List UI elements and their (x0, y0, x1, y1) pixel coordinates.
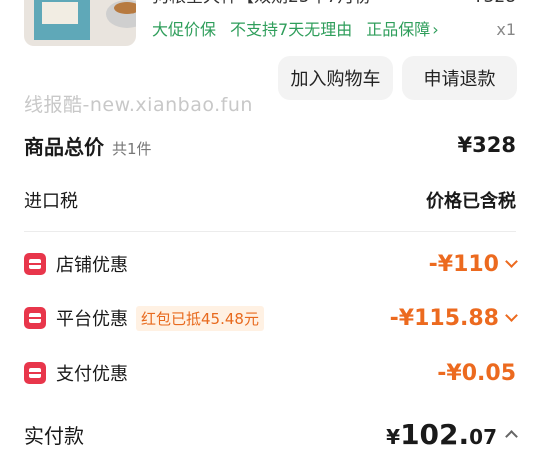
amount-decimal: 07 (469, 424, 497, 449)
payment-coupon-icon (24, 362, 46, 384)
shop-discount-label: 店铺优惠 (56, 255, 128, 276)
chevron-down-icon[interactable] (505, 255, 518, 268)
total-price-row: 商品总价 共1件 ¥328 (24, 128, 516, 162)
divider (24, 231, 516, 232)
product-bowl-image (106, 0, 136, 28)
red-packet-badge: 红包已抵45.48元 (136, 305, 264, 331)
product-title[interactable]: 狗粮全犬种【效期25年7月份 (152, 0, 432, 8)
shop-coupon-icon (24, 253, 46, 275)
request-refund-button[interactable]: 申请退款 (402, 56, 517, 100)
item-count: 共1件 (112, 139, 152, 158)
product-thumbnail[interactable] (24, 0, 136, 46)
amount-integer: 102. (400, 417, 470, 451)
product-price: ¥328 (473, 0, 516, 8)
total-price-value: ¥328 (457, 133, 516, 157)
tag-price-protection: 大促价保 (152, 20, 217, 39)
tag-no-return: 不支持7天无理由 (230, 20, 353, 39)
add-to-cart-button[interactable]: 加入购物车 (278, 56, 393, 100)
import-tax-row: 进口税 价格已含税 (24, 186, 516, 214)
shop-discount-value: -¥110 (428, 251, 499, 277)
import-tax-value: 价格已含税 (426, 191, 516, 212)
payment-discount-label: 支付优惠 (56, 364, 128, 385)
platform-discount-value: -¥115.88 (389, 305, 499, 331)
chevron-right-icon: › (432, 20, 439, 39)
platform-discount-row[interactable]: 平台优惠 红包已抵45.48元 -¥115.88 (24, 304, 518, 332)
amount-paid-label: 实付款 (24, 423, 84, 448)
payment-discount-row: 支付优惠 -¥0.05 (24, 359, 516, 387)
service-tags[interactable]: 大促价保 不支持7天无理由 正品保障 › (152, 19, 439, 41)
import-tax-label: 进口税 (24, 191, 78, 212)
platform-coupon-icon (24, 307, 46, 329)
chevron-up-icon[interactable] (505, 429, 518, 443)
chevron-down-icon[interactable] (505, 309, 518, 322)
product-package-image (34, 0, 90, 40)
total-price-label: 商品总价 (24, 134, 104, 159)
watermark: 线报酷-new.xianbao.fun (24, 94, 253, 116)
tag-authentic: 正品保障 › (366, 20, 439, 39)
currency-symbol: ¥ (386, 424, 401, 449)
payment-discount-value: -¥0.05 (437, 360, 516, 386)
amount-paid-row[interactable]: 实付款 ¥102. 07 (24, 416, 518, 452)
shop-discount-row[interactable]: 店铺优惠 -¥110 (24, 250, 518, 278)
platform-discount-label: 平台优惠 (56, 309, 128, 330)
product-quantity: x1 (496, 20, 516, 39)
amount-paid-value: ¥102. 07 (386, 417, 518, 451)
